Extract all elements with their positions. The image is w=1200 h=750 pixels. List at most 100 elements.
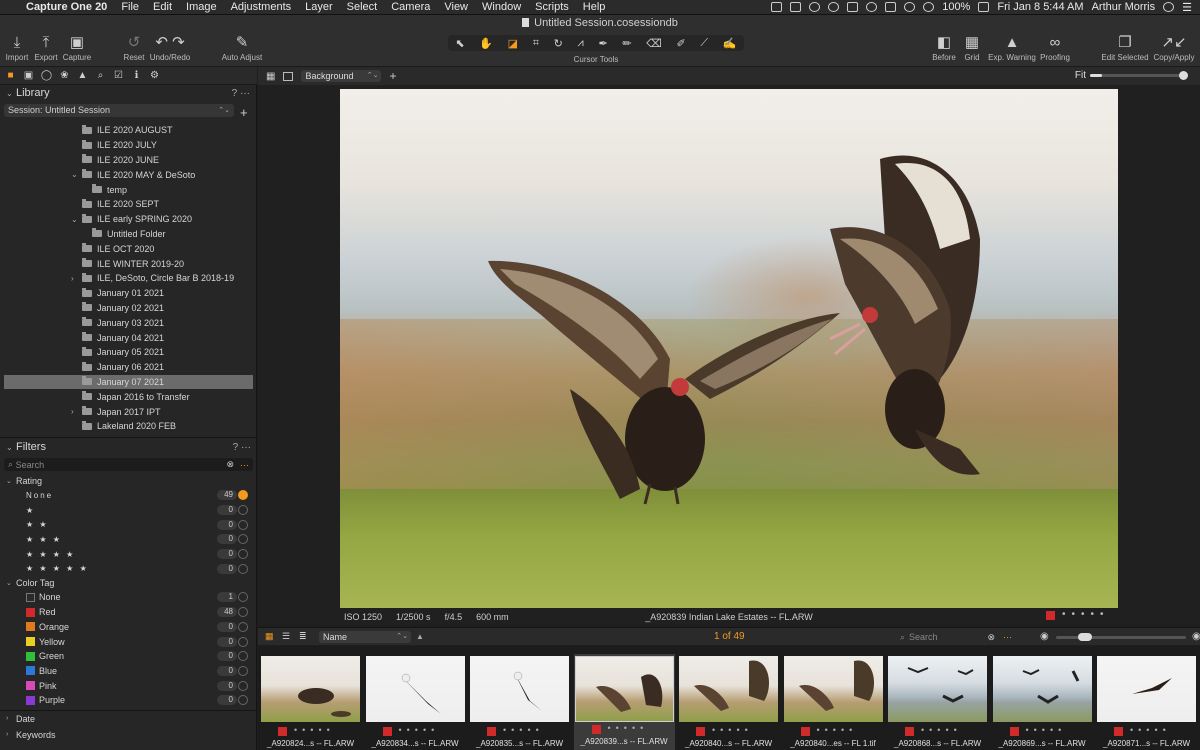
add-icon[interactable]: + (389, 69, 396, 83)
menu-view[interactable]: View (444, 1, 468, 13)
exposure-warning-button[interactable]: ▲ Exp. Warning (987, 33, 1037, 62)
rating-radio[interactable] (238, 563, 248, 574)
expand-arrow-icon[interactable]: › (6, 731, 16, 738)
sort-select[interactable]: Name (319, 630, 411, 643)
color-tag-badge[interactable] (278, 727, 287, 736)
filmstrip-thumbnail[interactable]: ••••• _A920868...s -- FL.ARW (887, 656, 988, 750)
star-rating-dots[interactable]: ••••• (608, 723, 649, 733)
color-tag-filter-row[interactable]: Yellow 0 (0, 634, 257, 649)
folder-item[interactable]: temp (0, 182, 257, 197)
folder-item[interactable]: January 05 2021 (0, 345, 257, 360)
thumbnail-image[interactable] (992, 656, 1092, 722)
cast-icon[interactable] (790, 2, 802, 12)
star-rating-dots[interactable]: ••••• (1130, 725, 1171, 735)
collapse-arrow-icon[interactable]: ⌄ (6, 89, 16, 98)
folder-item[interactable]: ILE 2020 SEPT (0, 197, 257, 212)
filmstrip-thumbnail[interactable]: ••••• _A920834...s -- FL.ARW (365, 656, 466, 750)
color-tab-icon[interactable]: ❀ (58, 69, 71, 82)
color-tag-radio[interactable] (238, 621, 248, 632)
m-app-icon[interactable] (885, 2, 897, 12)
star-rating-dots[interactable]: ••••• (503, 725, 544, 735)
date-header[interactable]: › Date (0, 711, 257, 727)
select-tool-icon[interactable]: ⬉ (455, 37, 464, 50)
annotate-tool-icon[interactable]: ✍ (723, 37, 737, 50)
folder-item[interactable]: ILE 2020 JULY (0, 138, 257, 153)
control-center-icon[interactable]: ☰ (1182, 1, 1192, 14)
add-collection-icon[interactable]: + (240, 105, 248, 120)
picker-tool-icon[interactable]: ⟋ (700, 37, 708, 50)
collapse-arrow-icon[interactable]: ⌄ (6, 443, 16, 452)
keywords-header[interactable]: › Keywords (0, 727, 257, 743)
dropbox-icon[interactable] (904, 2, 916, 12)
thumbnail-image[interactable] (783, 656, 883, 722)
eraser-tool-icon[interactable]: ⌫ (646, 37, 662, 50)
filmstrip-thumbnail[interactable]: ••••• _A920840...s -- FL.ARW (678, 656, 779, 750)
filmstrip-thumbnail[interactable]: ••••• _A920824...s -- FL.ARW (260, 656, 361, 750)
rating-filter-row[interactable]: ★ ★ ★ ★ 0 (0, 547, 257, 562)
color-tag-radio[interactable] (238, 592, 248, 603)
filmstrip-thumbnail[interactable]: ••••• _A920869...s -- FL.ARW (992, 656, 1093, 750)
capture-tab-camera-icon[interactable]: ▣ (22, 69, 35, 82)
color-tag-radio[interactable] (238, 607, 248, 618)
thumbnail-image[interactable] (574, 656, 674, 722)
menu-image[interactable]: Image (186, 1, 217, 13)
color-tag-badge[interactable] (487, 727, 496, 736)
folder-item[interactable]: Japan 2016 to Transfer (0, 389, 257, 404)
menu-adjustments[interactable]: Adjustments (231, 1, 292, 13)
zoom-out-icon[interactable]: ◉ (1040, 631, 1049, 642)
color-tag-header[interactable]: ⌄ Color Tag (0, 576, 257, 590)
library-tab-folder-icon[interactable]: ■ (4, 69, 17, 82)
filter-search-input[interactable]: ⌕ Search ⊗ ··· (4, 458, 253, 471)
menu-layer[interactable]: Layer (305, 1, 333, 13)
capture-button[interactable]: ▣ Capture (62, 33, 92, 62)
menu-window[interactable]: Window (482, 1, 521, 13)
single-view-icon[interactable] (283, 71, 294, 81)
color-tag-filter-row[interactable]: Orange 0 (0, 620, 257, 635)
expand-arrow-icon[interactable]: › (6, 715, 16, 722)
color-tag-radio[interactable] (238, 695, 248, 706)
keystone-tool-icon[interactable]: ⩘ (578, 37, 584, 50)
color-tag-filter-row[interactable]: Pink 0 (0, 678, 257, 693)
star-rating-dots[interactable]: ••••• (712, 725, 753, 735)
s-app-icon[interactable] (847, 2, 859, 12)
color-tag-badge[interactable] (1046, 611, 1055, 620)
rating-radio[interactable] (238, 490, 248, 501)
filters-help-more[interactable]: ? ··· (233, 442, 251, 453)
sort-direction-icon[interactable]: ▲ (416, 632, 424, 641)
star-rating-dots[interactable]: ••••• (399, 725, 440, 735)
star-rating-dots[interactable]: ••••• (817, 725, 858, 735)
folder-item[interactable]: ⌄ ILE 2020 MAY & DeSoto (0, 167, 257, 182)
list-browser-icon[interactable]: ☰ (282, 632, 292, 641)
main-photo[interactable] (340, 89, 1118, 608)
color-tag-badge[interactable] (800, 727, 810, 736)
expand-arrow-icon[interactable]: › (71, 407, 74, 416)
color-tag-radio[interactable] (238, 665, 248, 676)
grid-view-icon[interactable]: ▦ (266, 71, 275, 82)
undo-redo-button[interactable]: ↶ ↷ Undo/Redo (149, 33, 191, 62)
color-tag-filter-row[interactable]: Red 48 (0, 605, 257, 620)
folder-item[interactable]: January 01 2021 (0, 286, 257, 301)
folder-item[interactable]: ⌄ ILE early SPRING 2020 (0, 212, 257, 227)
menu-file[interactable]: File (121, 1, 139, 13)
zoom-in-icon[interactable]: ◉ (1192, 631, 1200, 642)
color-tag-radio[interactable] (238, 651, 248, 662)
collapse-arrow-icon[interactable]: ⌄ (71, 170, 78, 179)
menu-select[interactable]: Select (347, 1, 378, 13)
screen-icon[interactable] (771, 2, 783, 12)
menu-help[interactable]: Help (583, 1, 606, 13)
before-button[interactable]: ◧ Before (930, 33, 958, 62)
rating-filter-row[interactable]: None 49 (0, 488, 257, 503)
filmstrip-thumbnail[interactable]: ••••• _A920840...es -- FL 1.tif (783, 656, 884, 750)
star-rating-dots[interactable]: ••••• (294, 725, 335, 735)
rating-radio[interactable] (238, 519, 248, 530)
color-tag-badge[interactable] (1009, 727, 1019, 736)
expand-arrow-icon[interactable]: › (71, 274, 74, 283)
menu-scripts[interactable]: Scripts (535, 1, 569, 13)
more-icon[interactable]: ··· (240, 460, 249, 470)
wifi-icon[interactable] (923, 2, 935, 12)
rotate-tool-icon[interactable]: ↻ (554, 37, 563, 50)
folder-item[interactable]: ILE WINTER 2019-20 (0, 256, 257, 271)
color-tag-filter-row[interactable]: Green 0 (0, 649, 257, 664)
sync-icon[interactable] (809, 2, 821, 12)
clear-icon[interactable]: ⊗ (226, 459, 234, 470)
